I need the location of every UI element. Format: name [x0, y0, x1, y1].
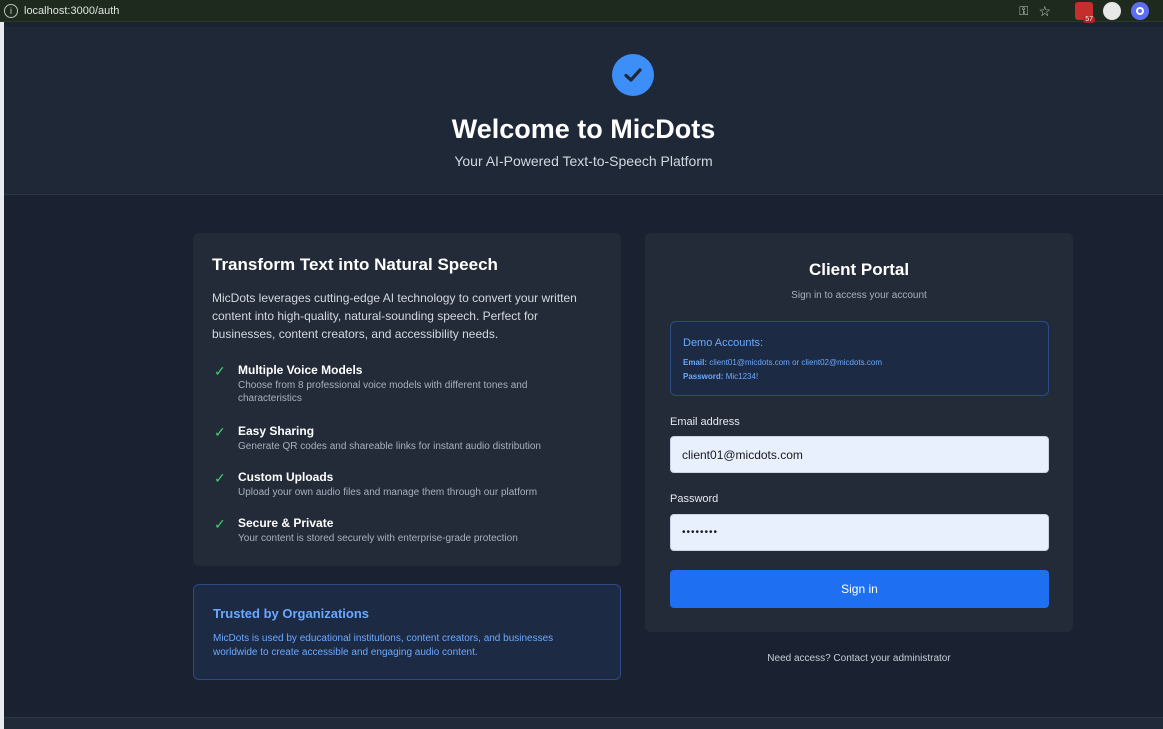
checkmark-icon: ✓: [214, 470, 226, 486]
demo-title: Demo Accounts:: [683, 337, 764, 349]
password-key-icon[interactable]: ⚿: [1019, 4, 1028, 19]
demo-password-value: Mic1234!: [725, 372, 759, 381]
password-field[interactable]: ••••••••: [670, 514, 1049, 551]
extension-badge: 57: [1083, 16, 1095, 23]
feature-title: Easy Sharing: [238, 424, 315, 438]
bookmark-star-icon[interactable]: ☆: [1038, 3, 1051, 20]
email-label: Email address: [670, 416, 740, 428]
extension-red-icon[interactable]: 57: [1075, 2, 1095, 23]
feature-title: Multiple Voice Models: [238, 363, 363, 377]
browser-toolbar-right: ⚿ ☆ 57: [1019, 2, 1149, 23]
login-subtitle: Sign in to access your account: [791, 290, 927, 301]
demo-accounts-box: Demo Accounts: Email: client01@micdots.c…: [670, 321, 1049, 396]
checkmark-icon: ✓: [214, 424, 226, 440]
feature-title: Custom Uploads: [238, 470, 334, 484]
checkmark-icon: ✓: [214, 363, 226, 379]
feature-description: Upload your own audio files and manage t…: [238, 487, 538, 498]
sign-in-button[interactable]: Sign in: [670, 570, 1049, 608]
demo-email-value: client01@micdots.com or client02@micdots…: [709, 358, 882, 367]
features-intro: MicDots leverages cutting-edge AI techno…: [212, 291, 577, 341]
feature-title: Secure & Private: [238, 516, 334, 530]
password-label: Password: [670, 493, 719, 505]
login-title: Client Portal: [808, 260, 910, 279]
trusted-card: Trusted by Organizations MicDots is used…: [193, 584, 621, 680]
page-subtitle: Your AI-Powered Text-to-Speech Platform: [454, 153, 713, 169]
login-card: Client Portal Sign in to access your acc…: [645, 233, 1073, 632]
password-value: ••••••••: [682, 527, 719, 538]
site-info-icon[interactable]: i: [4, 3, 18, 18]
browser-address-bar: i localhost:3000/auth ⚿ ☆ 57: [0, 0, 1163, 23]
features-card: Transform Text into Natural Speech MicDo…: [193, 233, 621, 566]
trusted-title: Trusted by Organizations: [213, 606, 370, 621]
hero-header: Welcome to MicDots Your AI-Powered Text-…: [4, 27, 1163, 195]
demo-email-label: Email:: [683, 358, 708, 367]
email-field[interactable]: client01@micdots.com: [670, 436, 1049, 473]
feature-description: Choose from 8 professional voice models …: [238, 380, 528, 404]
demo-email-line: Email: client01@micdots.com or client02@…: [683, 358, 882, 367]
footer-strip: [4, 717, 1163, 729]
trusted-text: MicDots is used by educational instituti…: [213, 633, 554, 658]
profile-avatar-icon[interactable]: [1103, 2, 1121, 20]
demo-password-label: Password:: [683, 372, 724, 381]
need-access-note: Need access? Contact your administrator: [767, 653, 951, 664]
feature-description: Your content is stored securely with ent…: [238, 533, 518, 544]
checkmark-icon: ✓: [214, 516, 226, 532]
extension-blue-icon[interactable]: [1131, 2, 1149, 20]
page-title: Welcome to MicDots: [451, 114, 716, 144]
url-text[interactable]: localhost:3000/auth: [24, 5, 119, 17]
feature-description: Generate QR codes and shareable links fo…: [238, 441, 541, 452]
email-value: client01@micdots.com: [682, 447, 803, 462]
check-circle-icon: [612, 54, 654, 96]
features-title: Transform Text into Natural Speech: [212, 255, 498, 274]
demo-password-line: Password: Mic1234!: [683, 372, 758, 381]
